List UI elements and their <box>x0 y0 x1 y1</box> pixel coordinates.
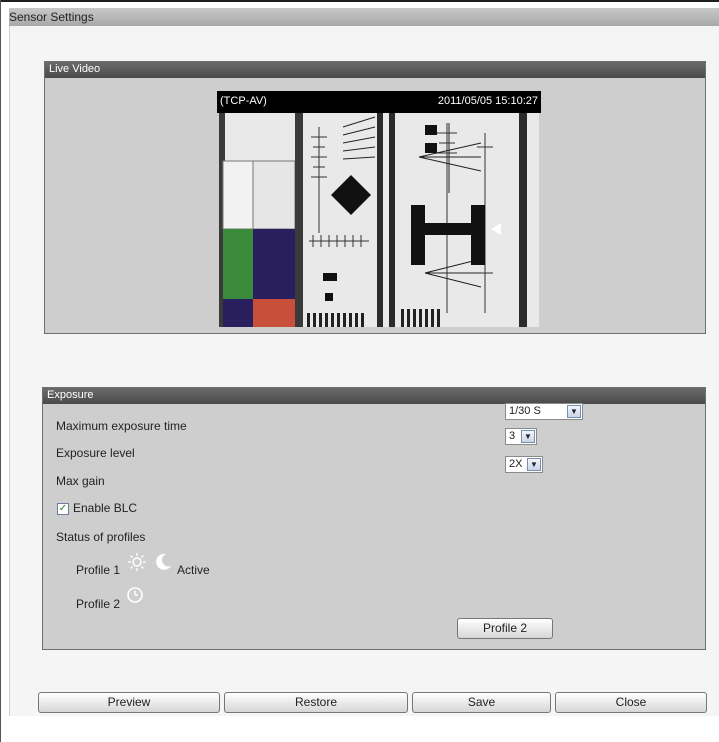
max-exposure-select[interactable]: 1/30 S ▼ <box>505 403 583 420</box>
live-video-panel: Live Video (TCP-AV) 2011/05/05 15:10:27 <box>44 61 706 334</box>
video-timestamp: 2011/05/05 15:10:27 <box>437 95 538 107</box>
window-top-border <box>0 0 719 2</box>
restore-button[interactable]: Restore <box>224 692 408 713</box>
exposure-header: Exposure <box>43 388 705 404</box>
sensor-settings-titlebar: Sensor Settings <box>9 8 719 26</box>
max-gain-label: Max gain <box>56 474 105 488</box>
window-title: Sensor Settings <box>9 10 94 24</box>
exposure-level-select[interactable]: 3 ▼ <box>505 428 537 445</box>
save-button[interactable]: Save <box>412 692 551 713</box>
max-gain-select[interactable]: 2X ▼ <box>505 456 543 473</box>
close-button[interactable]: Close <box>555 692 707 713</box>
max-exposure-value: 1/30 S <box>509 405 541 417</box>
moon-icon <box>156 553 171 570</box>
profile-1-status: Active <box>177 563 210 577</box>
max-gain-value: 2X <box>509 458 523 470</box>
video-caption-bar: (TCP-AV) 2011/05/05 15:10:27 <box>217 91 541 113</box>
test-chart-image <box>219 113 539 327</box>
chevron-down-icon[interactable]: ▼ <box>521 430 535 443</box>
exposure-panel: Exposure Maximum exposure time 1/30 S ▼ … <box>42 387 706 650</box>
profile-2-button[interactable]: Profile 2 <box>457 618 553 639</box>
stream-label: (TCP-AV) <box>220 95 267 107</box>
exposure-level-value: 3 <box>509 430 516 442</box>
clock-icon <box>127 587 143 603</box>
live-video-title: Live Video <box>49 63 101 75</box>
live-video-header: Live Video <box>45 62 705 78</box>
exposure-title: Exposure <box>47 389 94 401</box>
window-left-border <box>0 0 1 742</box>
max-exposure-label: Maximum exposure time <box>56 419 187 433</box>
preview-button[interactable]: Preview <box>38 692 220 713</box>
enable-blc-checkbox[interactable]: ✓ <box>57 503 69 515</box>
chevron-down-icon[interactable]: ▼ <box>567 405 581 418</box>
profile-2-label: Profile 2 <box>76 597 121 611</box>
status-of-profiles-label: Status of profiles <box>56 530 146 544</box>
enable-blc-label: Enable BLC <box>73 501 138 515</box>
profile-1-label: Profile 1 <box>76 563 121 577</box>
live-video-image <box>219 113 539 327</box>
sun-icon <box>128 553 146 571</box>
exposure-level-label: Exposure level <box>56 446 135 460</box>
chevron-down-icon[interactable]: ▼ <box>527 458 541 471</box>
